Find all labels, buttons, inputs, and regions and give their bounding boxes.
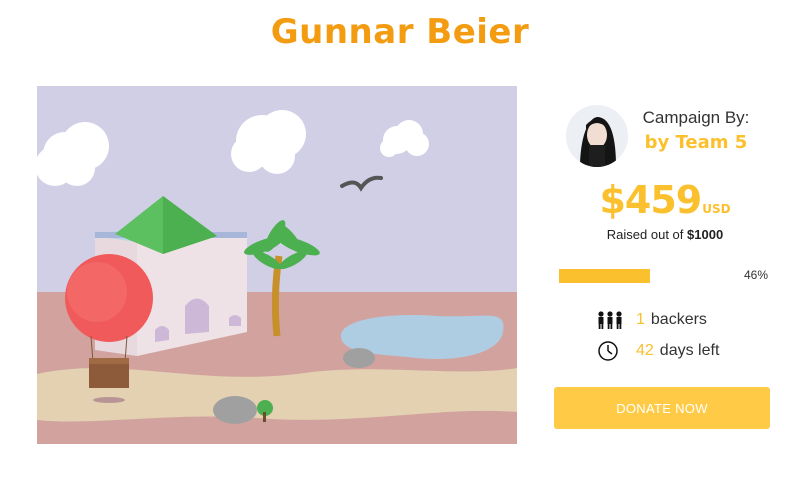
- clock-icon: [596, 340, 624, 362]
- backers-stat: 1 backers: [596, 309, 707, 331]
- page-title: Gunnar Beier: [270, 12, 530, 52]
- raised-prefix: Raised out of: [606, 227, 684, 242]
- people-icon: [596, 309, 624, 331]
- funding-progress-fill: [559, 269, 651, 283]
- amount-currency: USD: [702, 202, 731, 216]
- days-left-stat: 42 days left: [596, 340, 719, 362]
- days-label: days left: [659, 342, 720, 359]
- campaign-by-label: Campaign By:: [642, 108, 750, 127]
- raised-amount: $459USD: [550, 178, 780, 222]
- donate-now-button[interactable]: DONATE NOW: [554, 387, 770, 429]
- campaign-team-link[interactable]: by Team 5: [636, 132, 756, 153]
- campaign-illustration: [37, 86, 517, 444]
- raised-goal-text: Raised out of $1000: [550, 227, 780, 242]
- backers-label: backers: [650, 311, 707, 328]
- goal-amount: $1000: [687, 227, 724, 242]
- campaign-owner-avatar: [566, 105, 628, 167]
- days-count: 42: [636, 342, 654, 359]
- backers-count: 1: [636, 311, 645, 328]
- amount-value: $459: [599, 178, 702, 222]
- funding-progress-label: 46%: [743, 268, 768, 282]
